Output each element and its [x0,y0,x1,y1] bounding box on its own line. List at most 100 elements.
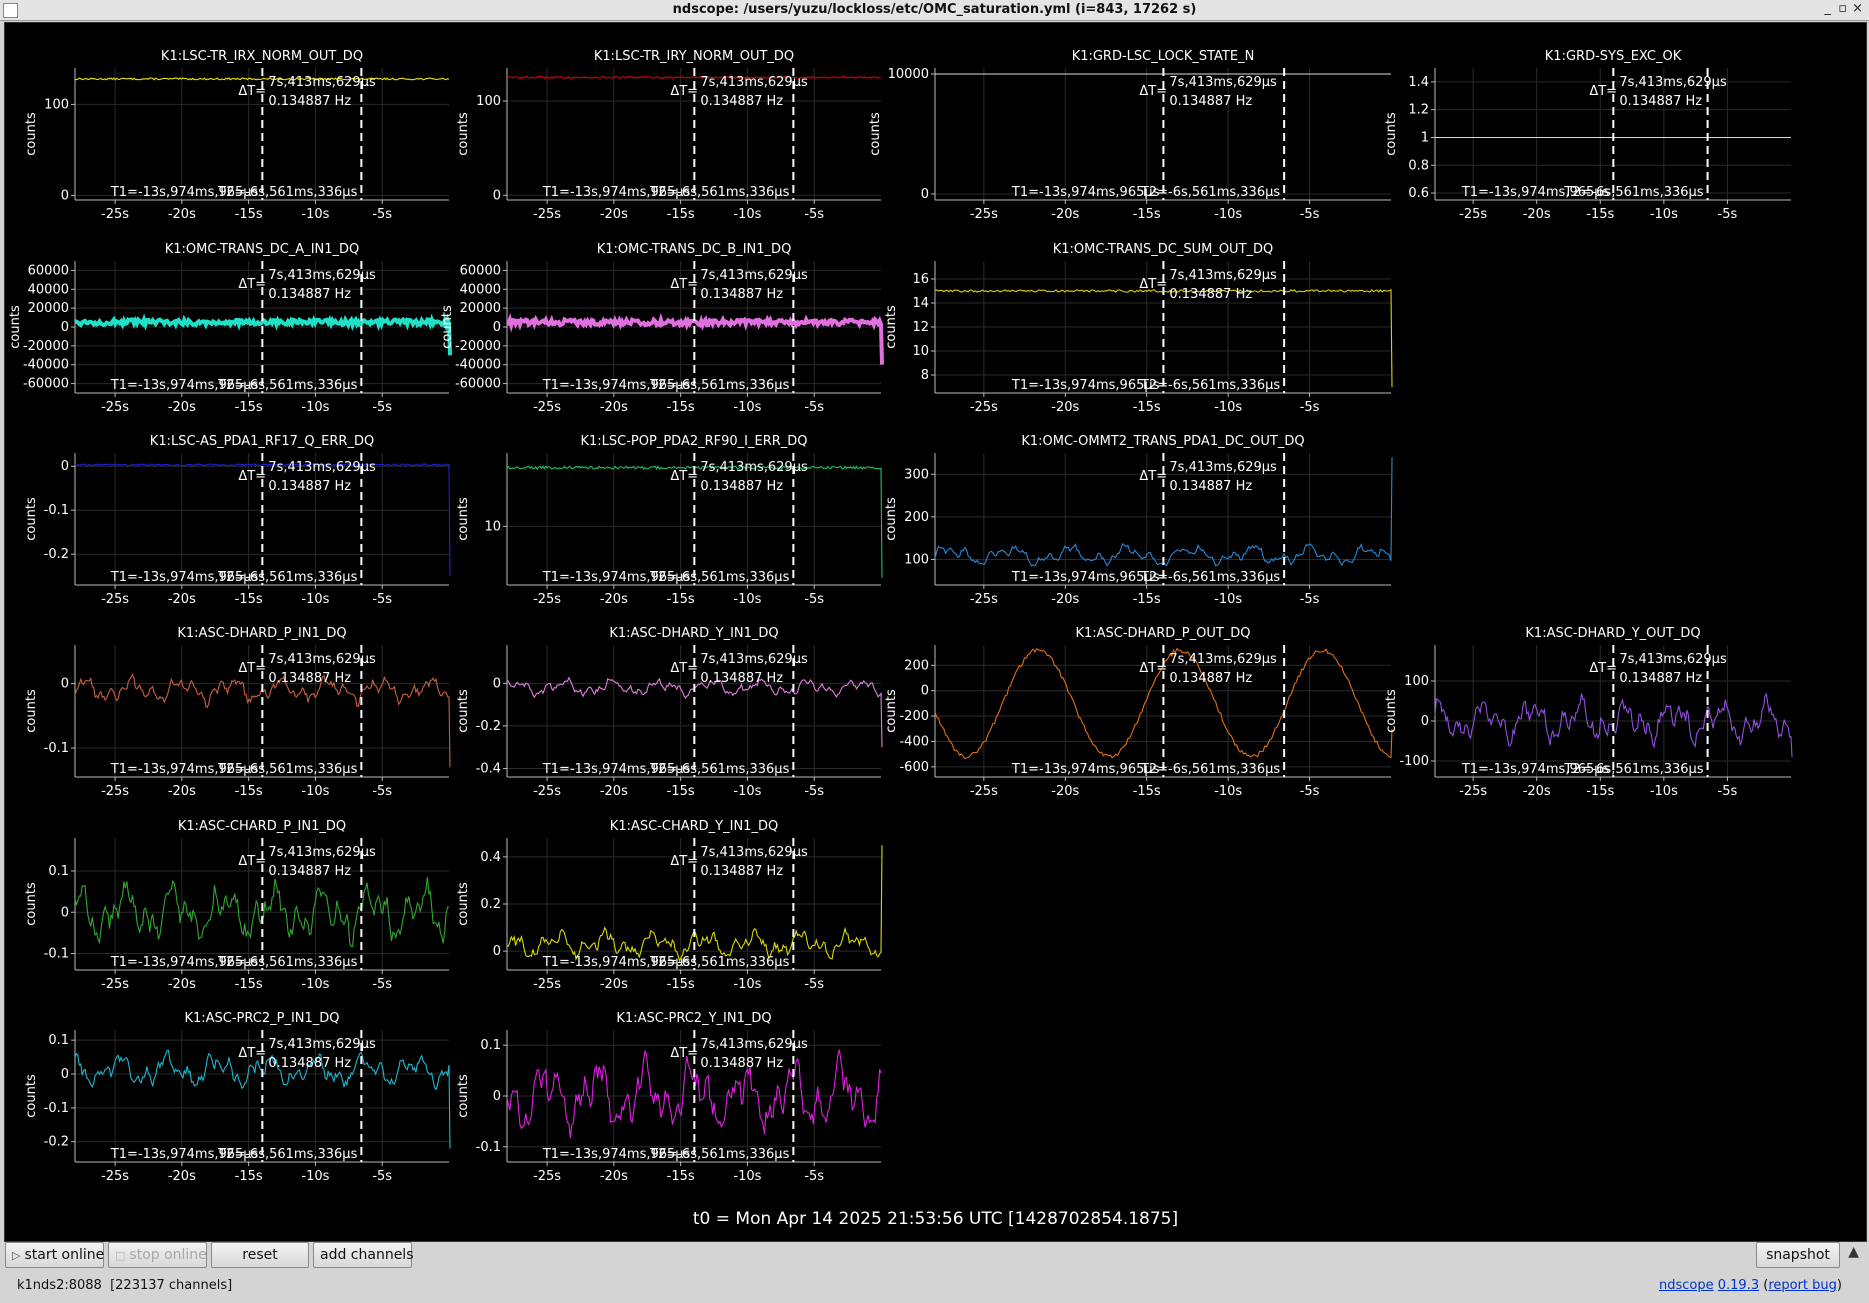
y-tick-label: 1 [1421,130,1429,145]
plot-panel[interactable]: K1:LSC-TR_IRX_NORM_OUT_DQ -25s -20s -15s -10… [24,49,450,222]
t2-label: T2=-6s,561ms,336µs [1563,185,1703,200]
x-tick-label: -25s [533,977,561,992]
y-axis-label: counts [440,305,455,349]
delta-t-value: 7s,413ms,629µs [268,652,376,667]
y-tick-label: 0.1 [480,1038,501,1053]
x-tick-label: -5s [1718,207,1738,222]
x-tick-label: -10s [301,592,329,607]
x-tick-label: -10s [733,784,761,799]
plot-panel[interactable]: K1:LSC-TR_IRY_NORM_OUT_DQ -25s -20s -15s -10… [456,49,882,222]
y-tick-label: 0 [61,320,69,335]
x-tick-label: -5s [1300,400,1320,415]
x-tick-label: -5s [372,592,392,607]
y-axis-label: counts [24,497,39,541]
reset-button[interactable]: reset [211,1242,309,1268]
x-tick-label: -25s [533,1169,561,1184]
plot-title: K1:OMC-TRANS_DC_B_IN1_DQ [597,242,792,257]
y-tick-label: -200 [899,709,929,724]
plot-panel[interactable]: K1:ASC-DHARD_Y_OUT_DQ -25s -20s -15s -10s -5s… [1384,626,1793,799]
plot-panel[interactable]: K1:OMC-TRANS_DC_B_IN1_DQ -25s -20s -15s -10s… [440,242,884,415]
plot-panel[interactable]: K1:ASC-CHARD_Y_IN1_DQ -25s -20s -15s -10s -5s… [456,819,883,992]
delta-t-label: ΔT= [1589,661,1617,676]
plot-title: K1:LSC-POP_PDA2_RF90_I_ERR_DQ [580,434,807,449]
x-tick-label: -10s [1214,207,1242,222]
x-tick-label: -5s [372,977,392,992]
y-tick-label: 100 [44,97,69,112]
t2-label: T2=-6s,561ms,336µs [217,185,357,200]
plot-title: K1:ASC-DHARD_P_IN1_DQ [177,626,346,641]
x-tick-label: -15s [1133,207,1161,222]
plot-title: K1:OMC-TRANS_DC_A_IN1_DQ [165,242,360,257]
x-tick-label: -20s [168,400,196,415]
y-axis-label: counts [884,497,899,541]
delta-t-value: 7s,413ms,629µs [1169,268,1277,283]
x-tick-label: -10s [733,977,761,992]
t2-label: T2=-6s,561ms,336µs [649,185,789,200]
stop-icon: □ [115,1249,126,1262]
plot-title: K1:OMC-TRANS_DC_SUM_OUT_DQ [1053,242,1274,257]
x-tick-label: -10s [733,592,761,607]
plot-panel[interactable]: K1:OMC-TRANS_DC_SUM_OUT_DQ -25s -20s -15s -1… [884,242,1393,415]
ndscope-link[interactable]: ndscope [1659,1278,1714,1293]
delta-t-label: ΔT= [670,84,698,99]
x-tick-label: -10s [733,400,761,415]
plot-panel[interactable]: K1:OMC-TRANS_DC_A_IN1_DQ -25s -20s -15s -10s… [8,242,452,415]
y-tick-label: 0 [493,676,501,691]
plot-panel[interactable]: K1:OMC-OMMT2_TRANS_PDA1_DC_OUT_DQ -25s -20… [884,434,1393,607]
t2-label: T2=-6s,561ms,336µs [1140,762,1280,777]
t2-label: T2=-6s,561ms,336µs [649,955,789,970]
delta-t-label: ΔT= [670,854,698,869]
plot-panel[interactable]: K1:ASC-DHARD_P_IN1_DQ -25s -20s -15s -10s -5s… [24,626,451,799]
y-tick-label: 0 [493,944,501,959]
t2-label: T2=-6s,561ms,336µs [217,762,357,777]
collapse-icon[interactable]: ▲ [1848,1244,1859,1260]
x-tick-label: -20s [168,207,196,222]
y-axis-label: counts [24,689,39,733]
y-tick-label: -0.2 [44,547,69,562]
start-online-button[interactable]: ▷ start online [5,1242,104,1268]
plot-panel[interactable]: K1:GRD-SYS_EXC_OK -25s -20s -15s -10s -5s 1.4 1… [1384,49,1791,222]
report-bug-link[interactable]: report bug [1768,1278,1837,1293]
t0-label: t0 = Mon Apr 14 2025 21:53:56 UTC [14287… [692,1209,1179,1229]
close-icon[interactable]: × [1852,1,1863,16]
y-tick-label: -0.1 [44,503,69,518]
status-bar: k1nds2:8088 [223137 channels] [17,1278,232,1293]
t2-label: T2=-6s,561ms,336µs [217,570,357,585]
frequency-value: 0.134887 Hz [268,671,351,686]
plot-panel[interactable]: K1:ASC-DHARD_P_OUT_DQ -25s -20s -15s -10s -5s… [884,626,1393,799]
maximize-icon[interactable]: ▫ [1838,1,1847,16]
plot-panel[interactable]: K1:GRD-LSC_LOCK_STATE_N -25s -20s -15s -10s -… [868,49,1391,222]
frequency-value: 0.134887 Hz [700,479,783,494]
plot-title: K1:ASC-CHARD_P_IN1_DQ [178,819,346,834]
snapshot-button[interactable]: snapshot [1756,1242,1840,1268]
y-tick-label: 0.6 [1408,186,1429,201]
y-axis-label: counts [24,882,39,926]
plot-panel[interactable]: K1:ASC-PRC2_P_IN1_DQ -25s -20s -15s -10s -5s 0… [24,1011,451,1184]
y-tick-label: 40000 [28,282,69,297]
plot-panel[interactable]: K1:ASC-DHARD_Y_IN1_DQ -25s -20s -15s -10s -5s… [456,626,883,799]
add-channels-button[interactable]: add channels [313,1242,414,1268]
x-tick-label: -15s [235,1169,263,1184]
plot-grid[interactable]: K1:LSC-TR_IRX_NORM_OUT_DQ -25s -20s -15s -10… [5,23,1866,1203]
x-tick-label: -20s [600,592,628,607]
minimize-icon[interactable]: _ [1825,1,1832,16]
delta-t-label: ΔT= [238,1046,266,1061]
delta-t-value: 7s,413ms,629µs [268,460,376,475]
x-tick-label: -25s [533,400,561,415]
plot-area[interactable]: K1:LSC-TR_IRX_NORM_OUT_DQ -25s -20s -15s -10… [4,22,1867,1242]
plot-panel[interactable]: K1:ASC-CHARD_P_IN1_DQ -25s -20s -15s -10s -5s… [24,819,450,992]
plot-title: K1:GRD-SYS_EXC_OK [1545,49,1682,64]
plot-panel[interactable]: K1:LSC-AS_PDA1_RF17_Q_ERR_DQ -25s -20s -15s… [24,434,451,607]
frequency-value: 0.134887 Hz [1169,671,1252,686]
y-tick-label: 8 [921,368,929,383]
delta-t-label: ΔT= [1589,84,1617,99]
y-tick-label: 0 [493,188,501,203]
frequency-value: 0.134887 Hz [1169,287,1252,302]
version-link[interactable]: 0.19.3 [1718,1278,1759,1293]
plot-panel[interactable]: K1:ASC-PRC2_Y_IN1_DQ -25s -20s -15s -10s -5s 0… [456,1011,882,1184]
x-tick-label: -25s [1459,784,1487,799]
plot-panel[interactable]: K1:LSC-POP_PDA2_RF90_I_ERR_DQ -25s -20s -15… [456,434,883,607]
y-tick-label: -60000 [23,377,69,392]
x-tick-label: -20s [168,592,196,607]
x-tick-label: -15s [235,784,263,799]
